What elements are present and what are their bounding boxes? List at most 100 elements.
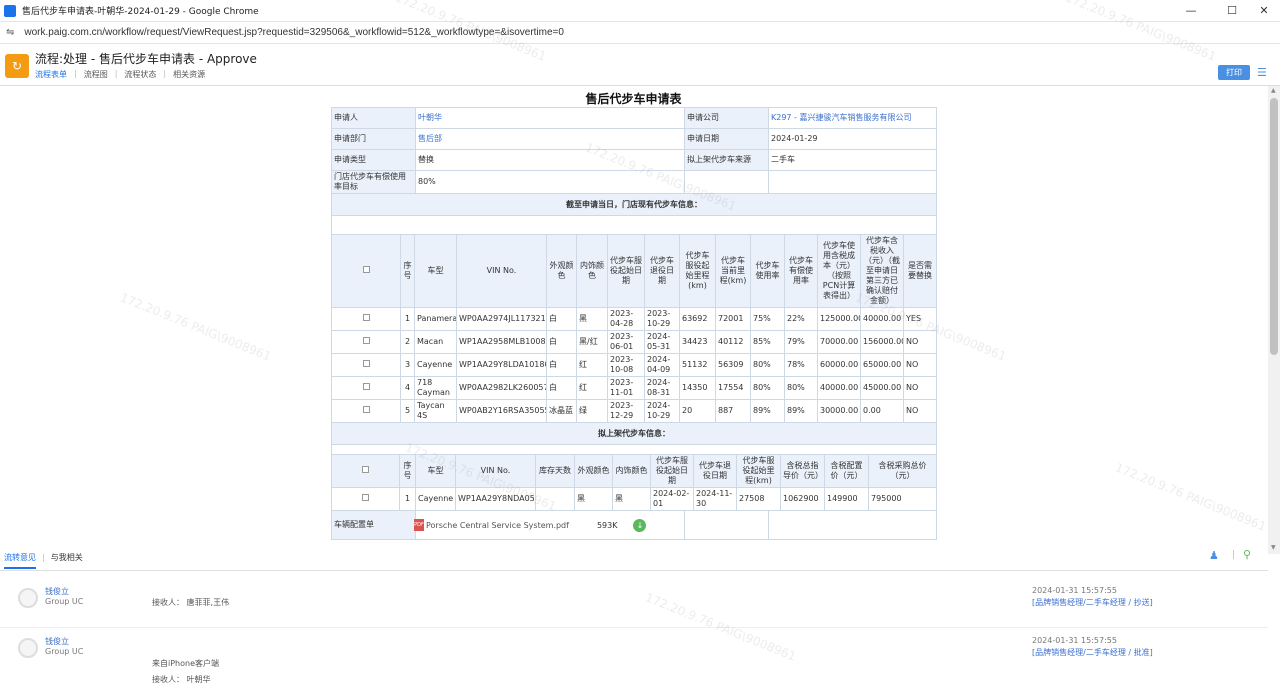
column-header: 序号 xyxy=(400,234,415,308)
table-row: 3 Cayenne WP1AA29Y8LDA10180 白红 2023-10-08 202… xyxy=(331,353,937,377)
address-bar[interactable]: ⇋ work.paig.com.cn/workflow/request/View… xyxy=(0,22,1280,44)
row-select-cell[interactable] xyxy=(331,376,401,400)
company-value[interactable]: K297 - 嘉兴捷骏汽车销售服务有限公司 xyxy=(768,107,937,129)
empty-cell xyxy=(684,170,769,194)
new-vehicles-body: 1CayenneWP1AA29Y8NDA050324黑黑2024-02-0120… xyxy=(331,487,937,511)
column-header: 代步车服役起始日期 xyxy=(650,454,694,488)
watermark: 172.20.9.76 PAIG\9008961 xyxy=(118,290,274,364)
column-header: 含税总指导价（元） xyxy=(780,454,825,488)
row-checkbox[interactable] xyxy=(362,494,369,501)
table-cell: 40000.00 xyxy=(860,307,904,331)
table-cell: 51132 xyxy=(679,353,716,377)
page-title: 流程:处理 - 售后代步车申请表 - Approve xyxy=(35,52,257,66)
download-icon[interactable]: ↓ xyxy=(633,518,647,532)
scroll-down-icon[interactable]: ▼ xyxy=(1271,544,1276,551)
table-cell: 2023-10-29 xyxy=(644,307,680,331)
table-cell: Cayenne xyxy=(414,353,457,377)
user-filter-icon[interactable]: ♟ xyxy=(1209,549,1219,562)
table-cell: NO xyxy=(903,399,937,423)
source-label: 拟上架代步车来源 xyxy=(684,149,769,171)
tab-comments[interactable]: 流转意见 xyxy=(4,552,36,569)
table-row: 4 718 Cayman WP0AA2982LK260057 白红 2023-11-01… xyxy=(331,376,937,400)
table-cell: 30000.00 xyxy=(817,399,861,423)
target-label: 门店代步车有偿使用率目标 xyxy=(331,170,416,194)
tab-form[interactable]: 流程表单 xyxy=(35,69,74,80)
row-select-cell[interactable] xyxy=(331,307,401,331)
column-header: 含税采购总价（元） xyxy=(868,454,937,488)
scroll-up-icon[interactable]: ▲ xyxy=(1271,87,1276,94)
applicant-value[interactable]: 叶朝华 xyxy=(415,107,685,129)
site-info-icon[interactable]: ⇋ xyxy=(6,27,14,38)
scrollbar-thumb[interactable] xyxy=(1270,98,1278,355)
column-header: 代步车使用含税成本（元）（按照PCN计算表得出） xyxy=(817,234,861,308)
select-all-checkbox[interactable] xyxy=(362,466,369,473)
table-cell: 2024-04-09 xyxy=(644,353,680,377)
table-cell: 125000.00 xyxy=(817,307,861,331)
record-user-name[interactable]: 钱俊立 xyxy=(45,636,69,647)
table-cell: WP0AA2974JL117321 xyxy=(456,307,547,331)
scrollbar[interactable]: ▲ ▼ xyxy=(1268,86,1280,554)
select-all-cell[interactable] xyxy=(331,234,401,308)
record-node[interactable]: [品牌销售经理/二手车经理 / 抄送] xyxy=(1032,597,1153,608)
record-time: 2024-01-31 15:57:55 xyxy=(1032,586,1117,595)
select-all-checkbox[interactable] xyxy=(362,266,370,273)
dept-value[interactable]: 售后部 xyxy=(415,128,685,150)
row-checkbox[interactable] xyxy=(362,406,370,413)
record-user-name[interactable]: 钱俊立 xyxy=(45,586,69,597)
table-cell: 白 xyxy=(546,330,577,354)
table-cell: 89% xyxy=(750,399,785,423)
row-select-cell[interactable] xyxy=(331,399,401,423)
select-all-cell[interactable] xyxy=(331,454,400,488)
current-vehicles-table: 序号 车型 VIN No. 外观颜色 内饰颜色 代步车服役起始日期 代步车退役日… xyxy=(331,234,937,466)
app-header: ↻ 流程:处理 - 售后代步车申请表 - Approve 流程表单 | 流程图 | … xyxy=(0,44,1280,86)
attachment-name[interactable]: Porsche Central Service System.pdf xyxy=(426,521,569,530)
row-checkbox[interactable] xyxy=(362,383,370,390)
close-icon[interactable]: ✕ xyxy=(1248,0,1280,22)
empty-cell xyxy=(768,170,937,194)
maximize-icon[interactable]: ☐ xyxy=(1216,0,1248,22)
row-select-cell[interactable] xyxy=(331,487,400,511)
record-node[interactable]: [品牌销售经理/二手车经理 / 批准] xyxy=(1032,647,1153,658)
comment-record: 钱俊立 Group UC 来自iPhone客户端 接收人： 叶朝华 2024-0… xyxy=(0,630,1268,692)
empty-cell xyxy=(684,510,769,540)
watermark: 172.20.9.76 PAIG\9008961 xyxy=(1113,460,1269,534)
form-title: 售后代步车申请表 xyxy=(585,92,682,106)
tab-resources[interactable]: 相关资源 xyxy=(173,69,212,80)
table-cell: 1062900 xyxy=(780,487,825,511)
tab-flowchart[interactable]: 流程图 xyxy=(84,69,115,80)
row-select-cell[interactable] xyxy=(331,330,401,354)
print-button[interactable]: 打印 xyxy=(1218,65,1250,80)
column-header: 代步车使用率 xyxy=(750,234,785,308)
table-cell: 5 xyxy=(400,399,415,423)
row-checkbox[interactable] xyxy=(362,360,370,367)
row-select-cell[interactable] xyxy=(331,353,401,377)
record-user-group: Group UC xyxy=(45,597,84,606)
table-cell: 795000 xyxy=(868,487,937,511)
avatar xyxy=(18,638,38,658)
table-cell: 80% xyxy=(750,353,785,377)
table-cell: 黑 xyxy=(576,307,608,331)
row-checkbox[interactable] xyxy=(362,337,370,344)
column-header: 代步车服役起始里程(km) xyxy=(736,454,781,488)
tab-related[interactable]: 与我相关 xyxy=(51,552,83,563)
table-cell: 70000.00 xyxy=(817,330,861,354)
search-icon[interactable]: ⚲ xyxy=(1243,548,1251,561)
column-header: 代步车服役起始日期 xyxy=(607,234,645,308)
minimize-icon[interactable]: — xyxy=(1175,0,1207,22)
tab-separator: | xyxy=(74,69,77,78)
table-cell: 2024-02-01 xyxy=(650,487,694,511)
record-source: 来自iPhone客户端 xyxy=(152,659,220,668)
column-header: 代步车含税收入（元）（截至申请日第三方已确认赔付金额） xyxy=(860,234,904,308)
menu-icon[interactable]: ☰ xyxy=(1257,66,1267,79)
new-vehicles-table: 序号 车型 VIN No. 库存天数 外观颜色 内饰颜色 代步车服役起始日期 代… xyxy=(331,454,937,511)
table-cell: Taycan 4S xyxy=(414,399,457,423)
row-checkbox[interactable] xyxy=(362,314,370,321)
tab-status[interactable]: 流程状态 xyxy=(124,69,163,80)
column-header: 内饰颜色 xyxy=(576,234,608,308)
table-cell: 45000.00 xyxy=(860,376,904,400)
table-row: 2 Macan WP1AA2958MLB10082 白黑/红 2023-06-01 202… xyxy=(331,330,937,354)
column-header: 代步车服役起始里程(km) xyxy=(679,234,716,308)
column-header: 代步车有偿使用率 xyxy=(784,234,818,308)
table-row: 5 Taycan 4S WP0AB2Y16RSA35055 冰晶蓝绿 2023-12-2… xyxy=(331,399,937,423)
url-text[interactable]: work.paig.com.cn/workflow/request/ViewRe… xyxy=(24,27,564,38)
